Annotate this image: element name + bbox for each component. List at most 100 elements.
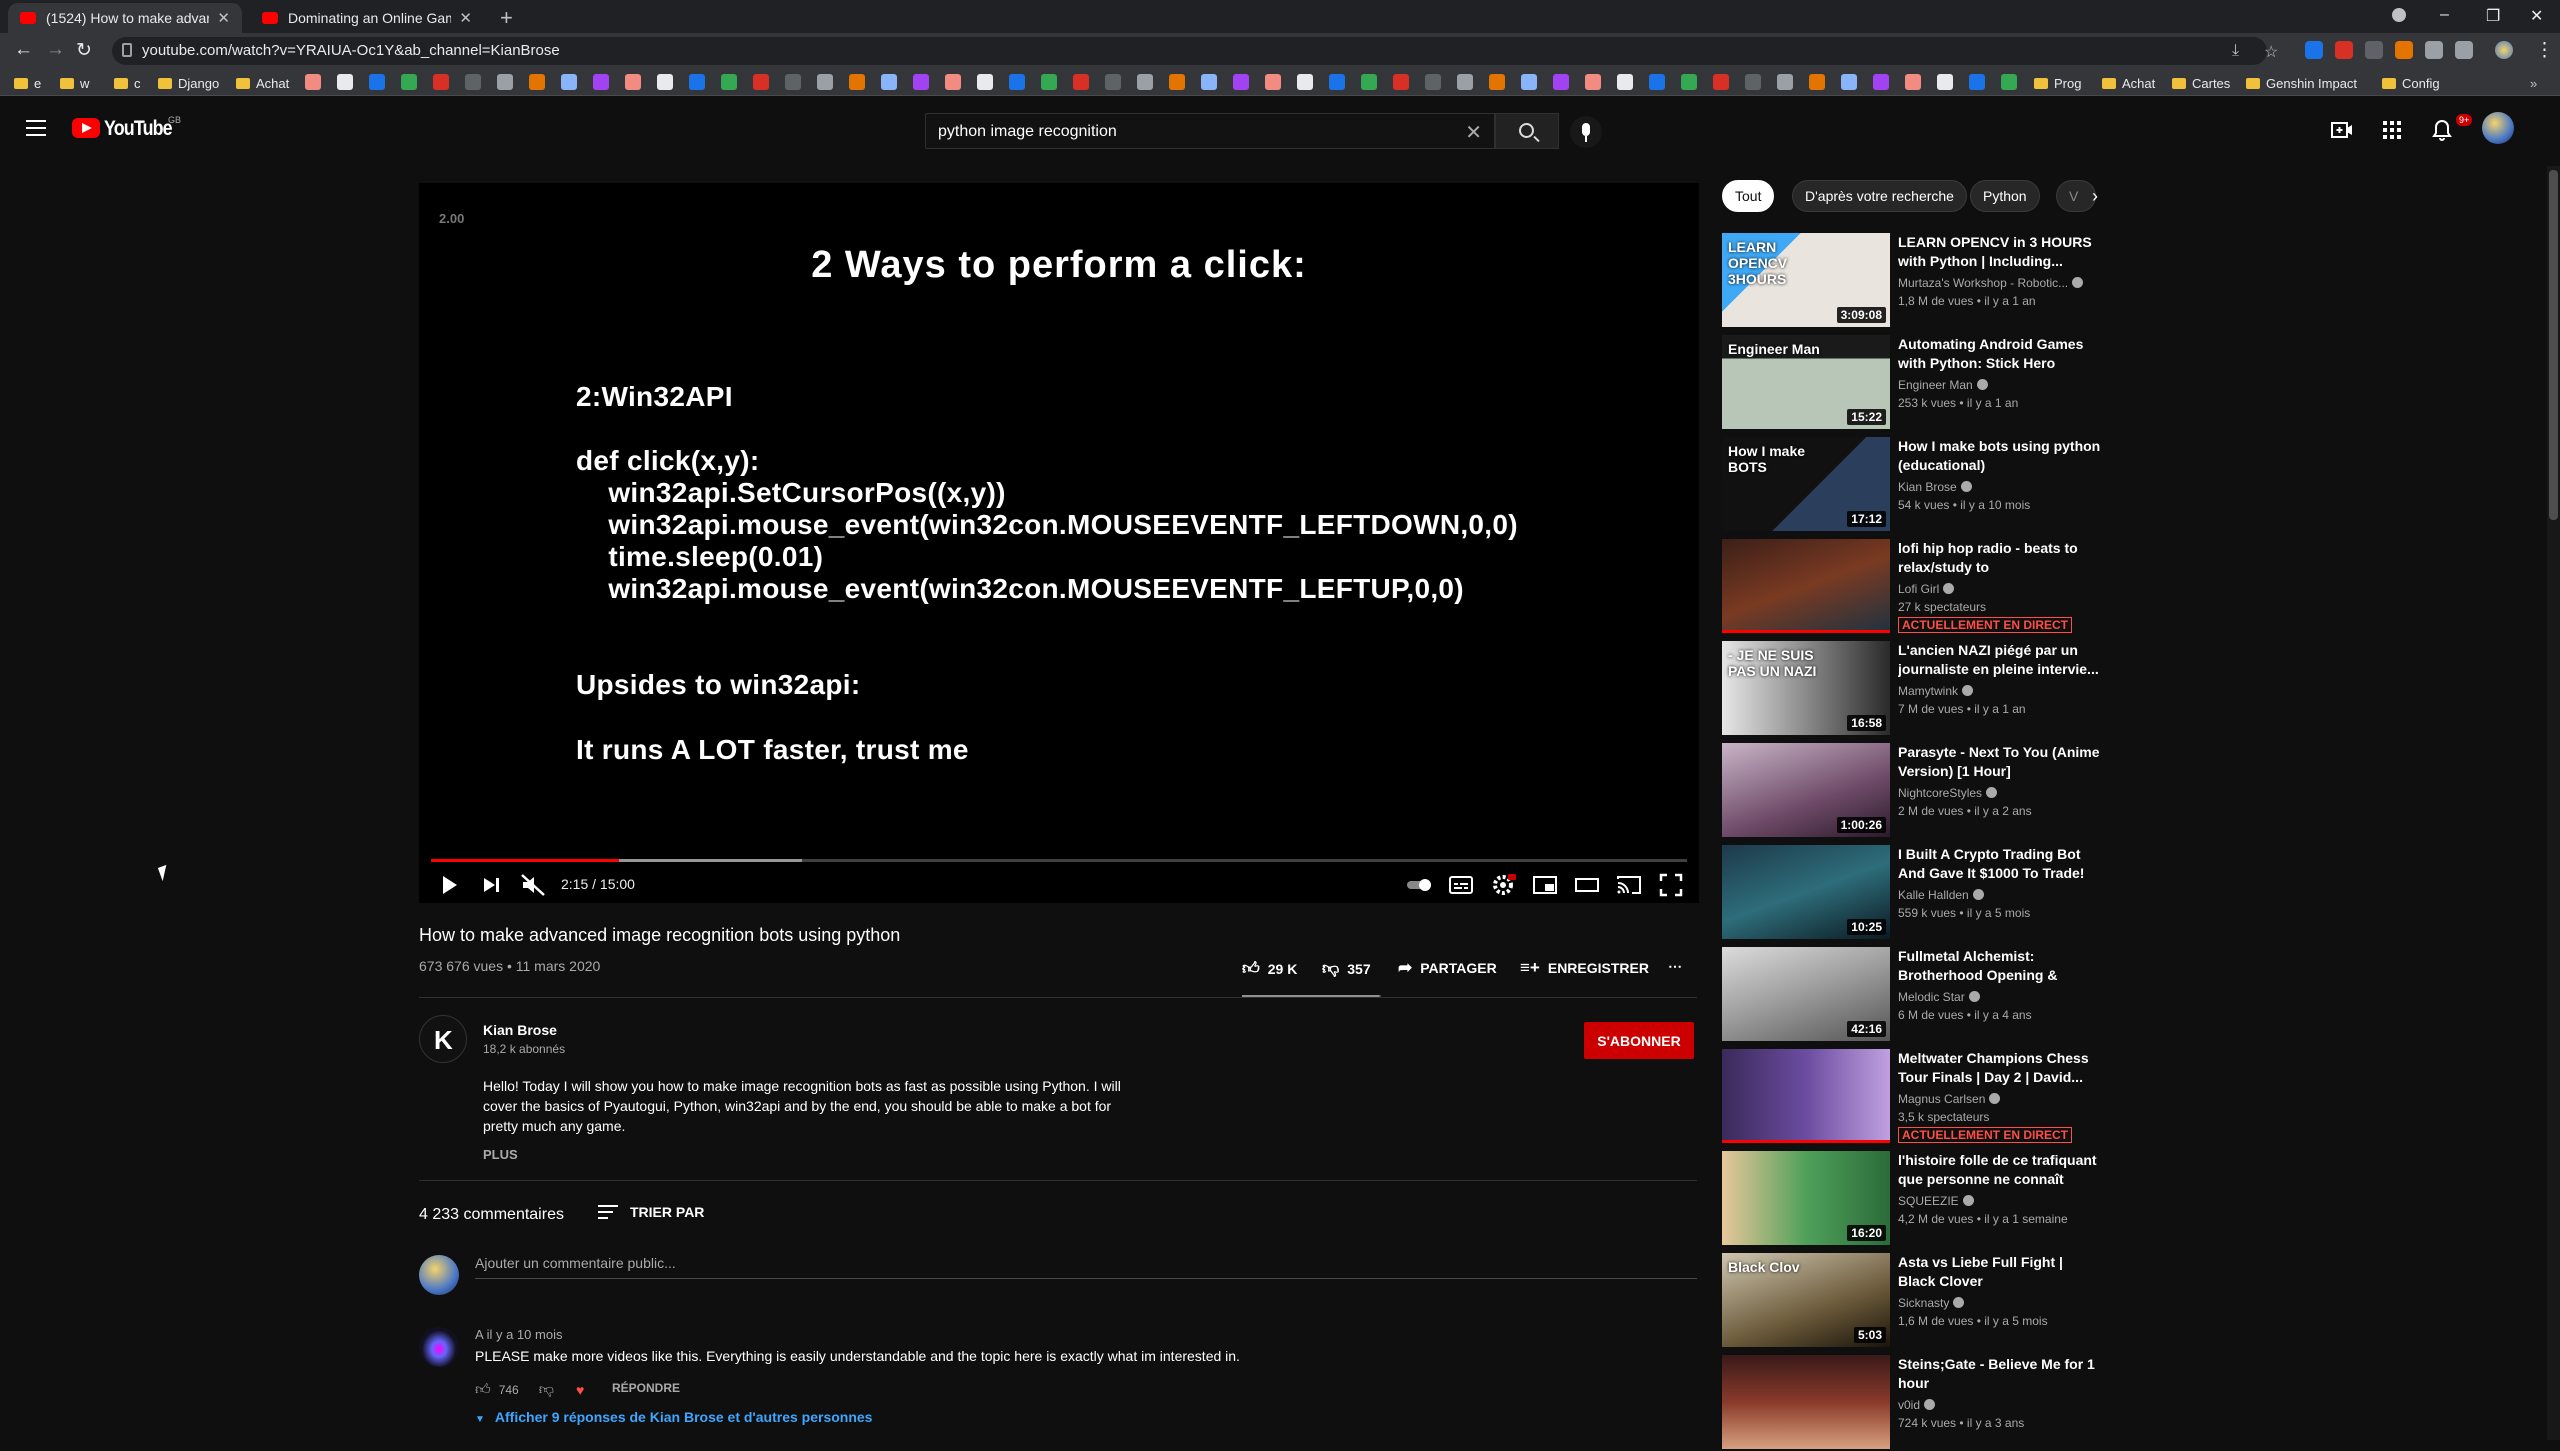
- bookmark-favicon-icon[interactable]: [849, 74, 865, 90]
- video-thumbnail[interactable]: 42:16: [1722, 947, 1890, 1041]
- bookmark-favicon-icon[interactable]: [433, 74, 449, 90]
- bookmark-folder[interactable]: Cartes: [2172, 74, 2230, 92]
- forward-icon[interactable]: →: [46, 39, 65, 61]
- bookmark-favicon-icon[interactable]: [881, 74, 897, 90]
- create-video-icon[interactable]: [2330, 118, 2354, 142]
- recommendation-title[interactable]: Automating Android Games with Python: St…: [1898, 335, 2103, 373]
- recommendation-item[interactable]: Steins;Gate - Believe Me for 1 hour v0id 7…: [1722, 1355, 2102, 1451]
- bookmark-favicon-icon[interactable]: [977, 74, 993, 90]
- subscribe-button[interactable]: S'ABONNER: [1584, 1022, 1694, 1059]
- bookmark-favicon-icon[interactable]: [1233, 74, 1249, 90]
- scrollbar-thumb[interactable]: [2549, 170, 2558, 520]
- recommendation-item[interactable]: Meltwater Champions Chess Tour Finals | …: [1722, 1049, 2102, 1145]
- bookmark-favicon-icon[interactable]: [1137, 74, 1153, 90]
- search-input[interactable]: python image recognition ✕: [925, 113, 1495, 149]
- search-button[interactable]: [1495, 113, 1559, 149]
- close-tab-icon[interactable]: ✕: [459, 9, 472, 27]
- bookmark-favicon-icon[interactable]: [1297, 74, 1313, 90]
- recommendation-title[interactable]: I Built A Crypto Trading Bot And Gave It…: [1898, 845, 2103, 883]
- bookmark-favicon-icon[interactable]: [1969, 74, 1985, 90]
- recommendation-channel[interactable]: Kalle Hallden: [1898, 888, 1984, 902]
- clear-search-icon[interactable]: ✕: [1465, 120, 1482, 145]
- bookmark-favicon-icon[interactable]: [337, 74, 353, 90]
- video-thumbnail[interactable]: [1722, 1049, 1890, 1143]
- bookmark-favicon-icon[interactable]: [1841, 74, 1857, 90]
- bookmark-favicon-icon[interactable]: [561, 74, 577, 90]
- cast-icon[interactable]: [1615, 871, 1643, 899]
- recommendation-title[interactable]: Asta vs Liebe Full Fight | Black Clover: [1898, 1253, 2103, 1291]
- bookmark-favicon-icon[interactable]: [1041, 74, 1057, 90]
- recommendation-item[interactable]: LEARN OPENCV 3HOURS 3:09:08 LEARN OPENCV i…: [1722, 233, 2102, 329]
- new-tab-icon[interactable]: +: [500, 5, 513, 31]
- comment-dislike-icon[interactable]: 👎︎: [539, 1381, 554, 1399]
- bookmark-favicon-icon[interactable]: [1521, 74, 1537, 90]
- notifications-bell-icon[interactable]: [2430, 118, 2454, 142]
- bookmark-favicon-icon[interactable]: [1169, 74, 1185, 90]
- bookmark-favicon-icon[interactable]: [401, 74, 417, 90]
- bookmark-favicon-icon[interactable]: [1585, 74, 1601, 90]
- bookmark-favicon-icon[interactable]: [1777, 74, 1793, 90]
- minimize-icon[interactable]: –: [2440, 6, 2449, 24]
- theater-mode-icon[interactable]: [1573, 871, 1601, 899]
- browser-profile-avatar[interactable]: [2495, 41, 2513, 59]
- chip-python[interactable]: Python: [1970, 180, 2040, 212]
- voice-search-icon[interactable]: [1570, 116, 1602, 148]
- menu-icon[interactable]: [26, 120, 46, 136]
- video-thumbnail[interactable]: [1722, 539, 1890, 633]
- save-button[interactable]: ≡+ ENREGISTRER: [1520, 958, 1649, 978]
- recommendation-title[interactable]: LEARN OPENCV in 3 HOURS with Python | In…: [1898, 233, 2103, 271]
- install-app-icon[interactable]: ⤓: [2232, 42, 2239, 60]
- show-more-button[interactable]: PLUS: [483, 1147, 518, 1162]
- bookmark-folder[interactable]: c: [114, 74, 141, 92]
- apps-grid-icon[interactable]: [2380, 118, 2404, 142]
- bookmark-favicon-icon[interactable]: [1457, 74, 1473, 90]
- bookmark-favicon-icon[interactable]: [1489, 74, 1505, 90]
- bookmark-favicon-icon[interactable]: [625, 74, 641, 90]
- recommendation-item[interactable]: Engineer Man 15:22 Automating Android Game…: [1722, 335, 2102, 431]
- bookmark-favicon-icon[interactable]: [1873, 74, 1889, 90]
- recommendation-item[interactable]: 16:20 l'histoire folle de ce trafiquant q…: [1722, 1151, 2102, 1247]
- user-avatar[interactable]: [2482, 112, 2514, 144]
- recommendation-title[interactable]: Fullmetal Alchemist: Brotherhood Opening…: [1898, 947, 2103, 985]
- youtube-logo-icon[interactable]: [72, 118, 100, 138]
- subtitles-icon[interactable]: [1447, 871, 1475, 899]
- bookmark-folder[interactable]: Genshin Impact: [2246, 74, 2357, 92]
- recommendation-channel[interactable]: Kian Brose: [1898, 480, 1972, 494]
- extensions-puzzle-icon[interactable]: [2425, 41, 2443, 59]
- recommendation-channel[interactable]: Magnus Carlsen: [1898, 1092, 2001, 1106]
- fullscreen-icon[interactable]: [1657, 871, 1685, 899]
- recommendation-item[interactable]: How I make BOTS 17:12 How I make bots usin…: [1722, 437, 2102, 533]
- bookmark-favicon-icon[interactable]: [1617, 74, 1633, 90]
- comment-time[interactable]: il y a 10 mois: [487, 1327, 563, 1342]
- recommendation-title[interactable]: l'histoire folle de ce trafiquant que pe…: [1898, 1151, 2103, 1189]
- recommendation-title[interactable]: Steins;Gate - Believe Me for 1 hour: [1898, 1355, 2103, 1393]
- bookmark-folder[interactable]: w: [60, 74, 89, 92]
- recommendation-channel[interactable]: Sicknasty: [1898, 1296, 1965, 1310]
- bookmark-favicon-icon[interactable]: [1009, 74, 1025, 90]
- bookmark-folder[interactable]: Achat: [236, 74, 289, 92]
- bookmark-favicon-icon[interactable]: [753, 74, 769, 90]
- browser-tab[interactable]: Dominating an Online Game with ✕: [250, 3, 484, 33]
- bookmark-favicon-icon[interactable]: [305, 74, 321, 90]
- bookmark-favicon-icon[interactable]: [497, 74, 513, 90]
- bookmark-favicon-icon[interactable]: [1201, 74, 1217, 90]
- bookmark-favicon-icon[interactable]: [945, 74, 961, 90]
- channel-avatar[interactable]: [419, 1015, 467, 1063]
- chip-more[interactable]: V: [2056, 180, 2096, 212]
- reading-list-icon[interactable]: [2455, 41, 2473, 59]
- bookmark-favicon-icon[interactable]: [1745, 74, 1761, 90]
- browser-menu-icon[interactable]: ⋮: [2535, 39, 2554, 62]
- bookmark-folder[interactable]: Config: [2382, 74, 2440, 92]
- bookmark-favicon-icon[interactable]: [465, 74, 481, 90]
- restore-icon[interactable]: ❐: [2486, 6, 2500, 26]
- more-actions-icon[interactable]: ⋯: [1668, 958, 1682, 975]
- recommendation-item[interactable]: 42:16 Fullmetal Alchemist: Brotherhood Op…: [1722, 947, 2102, 1043]
- video-thumbnail[interactable]: - JE NE SUIS PAS UN NAZI 16:58: [1722, 641, 1890, 735]
- bookmark-folder[interactable]: Django: [158, 74, 219, 92]
- miniplayer-icon[interactable]: [1531, 871, 1559, 899]
- bookmark-favicon-icon[interactable]: [1681, 74, 1697, 90]
- bookmark-folder[interactable]: Prog: [2034, 74, 2081, 92]
- address-bar[interactable]: youtube.com/watch?v=YRAIUA-Oc1Y&ab_chann…: [112, 37, 2278, 65]
- back-icon[interactable]: ←: [14, 39, 33, 61]
- bookmark-favicon-icon[interactable]: [657, 74, 673, 90]
